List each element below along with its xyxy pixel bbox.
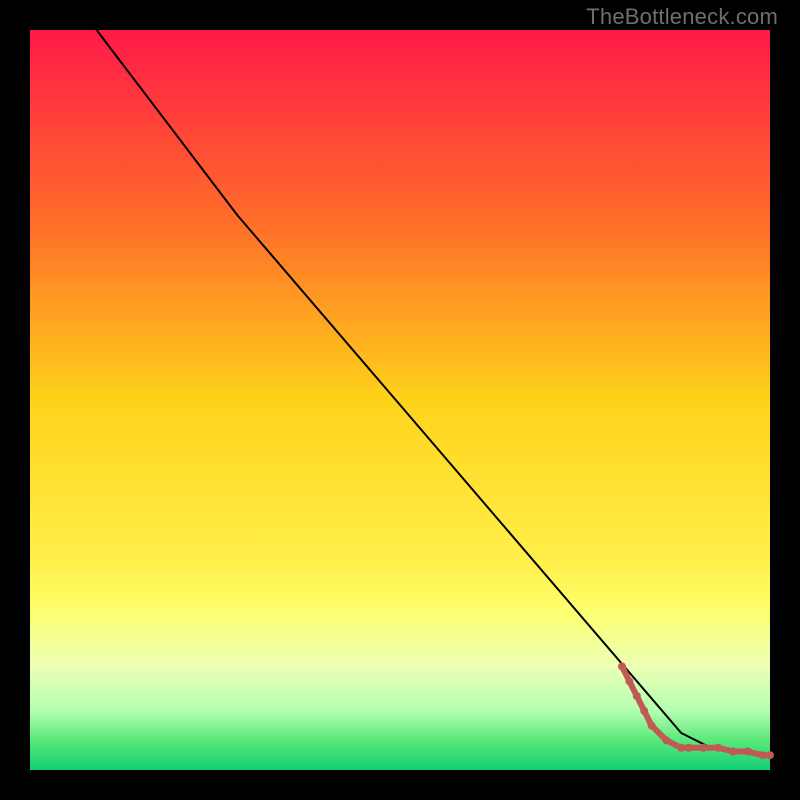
chart-frame: TheBottleneck.com xyxy=(0,0,800,800)
foreground-layer xyxy=(30,30,770,770)
marker-dot xyxy=(729,748,737,756)
watermark-text: TheBottleneck.com xyxy=(586,4,778,30)
marker-dot xyxy=(685,744,693,752)
marker-dot xyxy=(618,662,626,670)
marker-dot xyxy=(699,744,707,752)
marker-dot xyxy=(759,751,767,759)
marker-dot xyxy=(766,751,774,759)
marker-dot xyxy=(677,744,685,752)
plot-area xyxy=(30,30,770,770)
marker-group xyxy=(618,662,774,759)
marker-dot xyxy=(633,692,641,700)
marker-dot xyxy=(662,736,670,744)
marker-dot xyxy=(648,722,656,730)
marker-dot xyxy=(640,707,648,715)
marker-dot xyxy=(625,677,633,685)
marker-dot xyxy=(714,744,722,752)
marker-dot xyxy=(744,748,752,756)
bottleneck-curve xyxy=(97,30,770,755)
